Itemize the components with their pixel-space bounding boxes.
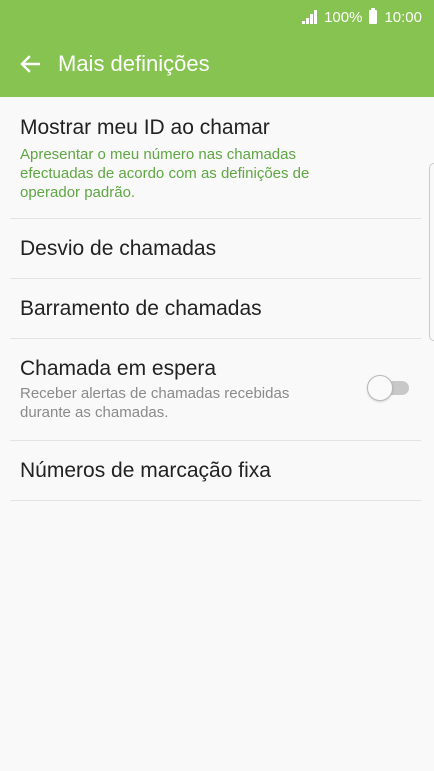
signal-icon [300,10,320,24]
status-bar: 100% 10:00 [300,7,422,27]
setting-call-forwarding[interactable]: Desvio de chamadas [10,219,421,279]
setting-call-waiting[interactable]: Chamada em espera Receber alertas de cha… [10,339,421,441]
settings-list: Mostrar meu ID ao chamar Apresentar o me… [0,97,434,501]
battery-percent: 100% [324,8,363,26]
edge-panel-handle[interactable] [429,163,434,341]
setting-title: Chamada em espera [20,357,217,380]
setting-subtitle: Apresentar o meu número nas chamadas efe… [20,146,310,201]
setting-call-barring[interactable]: Barramento de chamadas [10,279,421,339]
setting-subtitle: Receber alertas de chamadas recebidas du… [20,385,290,421]
battery-icon [369,8,378,24]
page-title: Mais definições [58,51,210,76]
setting-title: Números de marcação fixa [20,459,271,482]
clock: 10:00 [384,8,422,26]
setting-fixed-dialing-numbers[interactable]: Números de marcação fixa [10,441,421,501]
call-waiting-toggle[interactable] [367,375,411,401]
setting-title: Desvio de chamadas [20,237,217,260]
setting-title: Barramento de chamadas [20,297,262,320]
setting-show-caller-id[interactable]: Mostrar meu ID ao chamar Apresentar o me… [10,97,421,219]
toggle-thumb [367,375,393,401]
arrow-left-icon[interactable] [18,52,42,76]
app-header: 100% 10:00 Mais definições [0,0,434,97]
toolbar: Mais definições [0,44,210,84]
setting-title: Mostrar meu ID ao chamar [20,116,270,139]
